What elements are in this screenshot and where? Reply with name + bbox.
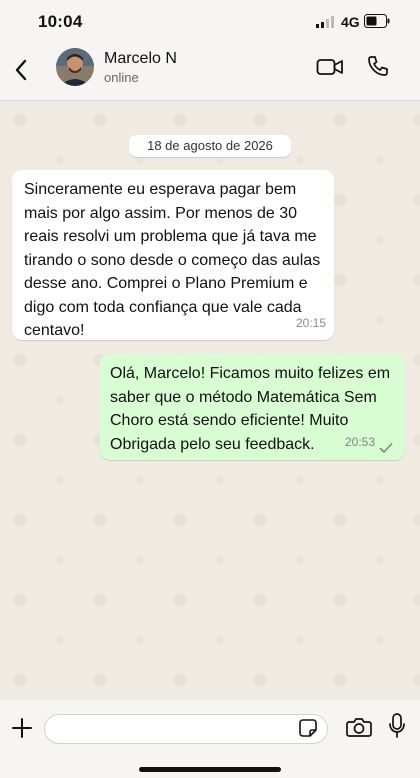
message-input[interactable] [44,714,328,744]
avatar[interactable] [56,48,94,86]
message-incoming[interactable]: Sinceramente eu esperava pagar bem mais … [12,170,334,340]
message-time: 20:15 [295,315,326,330]
date-separator: 18 de agosto de 2026 [129,135,291,157]
status-bar: 10:04 4G [0,0,420,44]
contact-name[interactable]: Marcelo N [104,50,177,68]
signal-icon [316,16,334,28]
message-text: Sinceramente eu esperava pagar bem mais … [24,181,321,339]
message-time: 20:53 [344,434,375,449]
network-type: 4G [341,14,360,30]
plus-icon[interactable] [10,716,34,740]
message-outgoing[interactable]: Olá, Marcelo! Ficamos muito felizes em s… [100,354,405,460]
sticker-icon[interactable] [298,718,318,738]
status-time: 10:04 [38,12,83,31]
phone-icon[interactable] [366,54,390,78]
chat-header: Marcelo N online [0,44,420,101]
microphone-icon[interactable] [388,712,406,740]
video-camera-icon[interactable] [316,56,344,78]
battery-icon [364,14,390,28]
chat-screen: 10:04 4G Marcelo N online 18 de agosto d… [0,0,420,778]
message-composer [0,700,420,778]
camera-icon[interactable] [346,716,372,738]
chevron-left-icon[interactable] [12,58,30,82]
home-indicator [139,767,281,772]
contact-status: online [104,70,139,85]
single-check-icon [379,443,393,453]
